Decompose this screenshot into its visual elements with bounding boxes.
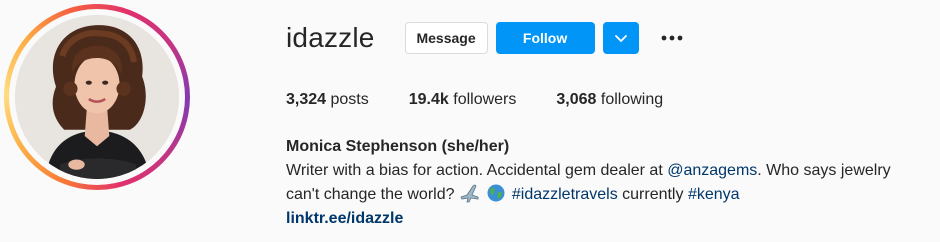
followers-stat[interactable]: 19.4k followers <box>409 91 517 109</box>
bio-text: . Who says jewelry <box>757 162 891 179</box>
followers-count: 19.4k <box>408 91 449 108</box>
avatar-gap <box>9 9 185 185</box>
following-label: following <box>600 91 664 108</box>
bio-line-2: can't change the world? #idazzletravels … <box>286 183 936 207</box>
follow-button[interactable]: Follow <box>495 22 595 54</box>
mention-link[interactable]: @anzagems <box>667 162 757 179</box>
story-ring[interactable] <box>4 4 190 190</box>
full-name: Monica Stephenson (she/her) <box>286 138 510 155</box>
posts-label: posts <box>330 91 369 108</box>
chevron-down-icon <box>614 35 627 42</box>
posts-stat: 3,324 posts <box>286 91 369 109</box>
following-stat[interactable]: 3,068 following <box>556 91 663 109</box>
bio-text: Writer with a bias for action. Accidenta… <box>286 162 668 179</box>
globe-emoji-icon <box>487 184 505 202</box>
more-options-button[interactable] <box>659 25 685 51</box>
bio-line-1: Writer with a bias for action. Accidenta… <box>286 159 936 183</box>
profile-header: idazzle Message Follow 3,324 posts 19.4k… <box>0 0 940 242</box>
external-link[interactable]: linktr.ee/idazzle <box>286 207 936 231</box>
following-count: 3,068 <box>556 91 597 108</box>
profile-stats: 3,324 posts 19.4k followers 3,068 follow… <box>286 90 703 110</box>
bio-text: can't change the world? <box>286 186 459 203</box>
followers-label: followers <box>453 91 517 108</box>
hashtag-link[interactable]: #kenya <box>688 186 740 203</box>
more-options-icon <box>661 35 682 41</box>
airplane-emoji-icon <box>460 184 479 203</box>
header-row: idazzle Message Follow <box>286 20 685 56</box>
message-button[interactable]: Message <box>404 22 488 54</box>
hashtag-link[interactable]: #idazzletravels <box>512 186 618 203</box>
username: idazzle <box>286 22 375 53</box>
bio: Monica Stephenson (she/her) Writer with … <box>286 135 936 231</box>
bio-text: currently <box>617 186 688 203</box>
posts-count: 3,324 <box>286 91 327 108</box>
avatar[interactable] <box>15 15 179 179</box>
avatar-photo <box>15 15 179 179</box>
suggested-accounts-button[interactable] <box>602 22 639 54</box>
